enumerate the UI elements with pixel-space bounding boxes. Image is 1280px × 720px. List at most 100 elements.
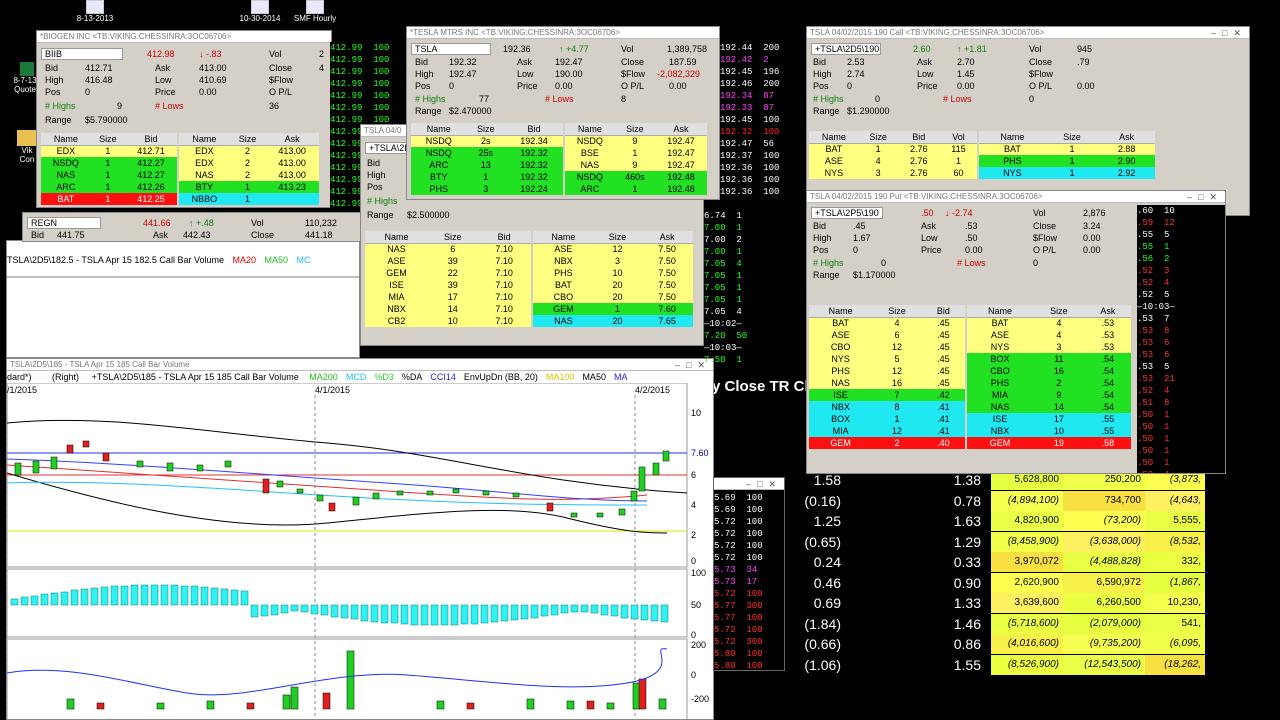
spreadsheet-cell[interactable]: (4,894,100): [991, 490, 1063, 511]
spreadsheet-cell[interactable]: (1.06): [785, 654, 845, 675]
bid-row[interactable]: CBO 12 .45: [809, 341, 965, 353]
time-sales-titlebar[interactable]: –□✕: [714, 478, 784, 490]
ask-row[interactable]: NSDQ 460s 192.48: [565, 171, 707, 183]
bid-row[interactable]: BTY 1 192.32: [411, 171, 563, 183]
spreadsheet-cell[interactable]: (8,532,: [1145, 531, 1205, 552]
column-header[interactable]: Name: [565, 123, 615, 136]
desktop-icon-10-30-2014[interactable]: 10-30-2014: [238, 0, 282, 23]
column-header[interactable]: Vol: [939, 131, 977, 144]
spreadsheet-cell[interactable]: 4,820,900: [991, 511, 1063, 531]
column-header[interactable]: Size: [1045, 131, 1099, 144]
spreadsheet-cell[interactable]: (4,016,600): [991, 634, 1063, 654]
spreadsheet-row[interactable]: (1.84) 1.46 (5,718,600) (2,079,000) 541,: [785, 613, 1205, 634]
bid-row[interactable]: ISE 39 7.10: [365, 279, 531, 291]
bid-row[interactable]: BAT 4 .45: [809, 317, 965, 329]
spreadsheet-cell[interactable]: 1.33: [905, 593, 985, 613]
ask-table[interactable]: Name Size Ask BAT 1 2.88 PHS 1 2.90 NYS 1 2.92: [979, 131, 1155, 179]
spreadsheet-cell[interactable]: 1.63: [905, 511, 985, 531]
bid-row[interactable]: GEM 2 .40: [809, 437, 965, 449]
ask-row[interactable]: ASE 4 .53: [967, 329, 1131, 341]
spreadsheet-cell[interactable]: (18,262,: [1145, 654, 1205, 675]
bid-row[interactable]: BOX 1 .41: [809, 413, 965, 425]
window-titlebar[interactable]: TSLA 04/02/2015 190 Call <TB:VIKING:CHES…: [807, 27, 1249, 39]
spreadsheet-cell[interactable]: (2,079,000): [1063, 613, 1145, 634]
symbol-input[interactable]: +TSLA\2P5\190: [811, 207, 883, 219]
spreadsheet-cell[interactable]: (4,643,: [1145, 490, 1205, 511]
column-header[interactable]: Bid: [921, 305, 965, 318]
ask-row[interactable]: BAT 1 2.88: [979, 143, 1155, 155]
bid-row[interactable]: NAS 1 412.27: [41, 169, 177, 181]
column-header[interactable]: Size: [614, 123, 656, 136]
spreadsheet-cell[interactable]: 0.78: [905, 490, 985, 511]
bid-row[interactable]: MIA 17 7.10: [365, 291, 531, 303]
window-titlebar[interactable]: *BIOGEN INC <TB:VIKING:CHESSINRA:3OC0670…: [37, 31, 331, 43]
ask-row[interactable]: BOX 11 .54: [967, 353, 1131, 365]
window-controls[interactable]: –□✕: [1211, 27, 1247, 39]
column-header[interactable]: Ask: [265, 133, 319, 146]
spreadsheet-cell[interactable]: 1.46: [905, 613, 985, 634]
window-titlebar[interactable]: TSLA 04/02/2015 190 Put <TB:VIKING:CHESS…: [807, 191, 1225, 203]
spreadsheet-cell[interactable]: 1.55: [905, 654, 985, 675]
spreadsheet-cell[interactable]: (9,735,200): [1063, 634, 1145, 654]
bid-row[interactable]: EDX 1 412.71: [41, 145, 177, 157]
spreadsheet-cell[interactable]: 3,970,072: [991, 552, 1063, 572]
bid-table[interactable]: Name Size Bid NSDQ 2s 192.34 NSDQ 25s 192.32 ARC 1…: [411, 123, 563, 195]
spreadsheet-cell[interactable]: 5,555,: [1145, 511, 1205, 531]
spreadsheet-cell[interactable]: 0.24: [785, 552, 845, 572]
spreadsheet-cell[interactable]: (73,200): [1063, 511, 1145, 531]
level2-window-tsla[interactable]: *TESLA MTRS INC <TB:VIKING:CHESSINRA:3OC…: [406, 26, 720, 200]
time-sales-window[interactable]: –□✕ 5.69 100 5.69 100 5.72 100 5.72 100 5.72…: [713, 477, 785, 671]
column-header[interactable]: Size: [229, 133, 266, 146]
window-controls[interactable]: –□✕: [1187, 191, 1223, 203]
spreadsheet-cell[interactable]: (1.84): [785, 613, 845, 634]
spreadsheet-cell[interactable]: 6,590,972: [1063, 572, 1145, 593]
column-header[interactable]: Size: [428, 231, 478, 244]
column-header[interactable]: Bid: [504, 123, 563, 136]
bid-row[interactable]: GEM 22 7.10: [365, 267, 531, 279]
column-header[interactable]: Bid: [477, 231, 531, 244]
ask-row[interactable]: GEM 19 .58: [967, 437, 1131, 449]
ask-row[interactable]: ASE 12 7.50: [533, 243, 693, 255]
ask-row[interactable]: ISE 17 .55: [967, 413, 1131, 425]
chart-window-185-call[interactable]: TSLA\2D5\185 - TSLA Apr 15 185 Call Bar …: [6, 358, 714, 720]
column-header[interactable]: Name: [809, 305, 873, 318]
column-header[interactable]: Ask: [1084, 305, 1131, 318]
bid-row[interactable]: ARC 13 192.32: [411, 159, 563, 171]
column-header[interactable]: Ask: [1098, 131, 1155, 144]
column-header[interactable]: Name: [533, 231, 594, 244]
bid-row[interactable]: NAS 6 7.10: [365, 243, 531, 255]
ask-table[interactable]: Name Size Ask NSDQ 9 192.47 BSE 1 192.47 NAS 9 192.…: [565, 123, 707, 195]
spreadsheet-cell[interactable]: 0.69: [785, 593, 845, 613]
column-header[interactable]: Name: [979, 131, 1046, 144]
spreadsheet[interactable]: 1.58 1.38 5,628,800 250,200 (3,873, (0.16) 0.7…: [785, 470, 1205, 720]
spreadsheet-cell[interactable]: (6,095,: [1145, 634, 1205, 654]
bid-row[interactable]: MIA 12 .41: [809, 425, 965, 437]
ask-row[interactable]: GEM 1 7.60: [533, 303, 693, 315]
column-header[interactable]: Size: [872, 305, 922, 318]
chart-titlebar[interactable]: TSLA\2D5\185 - TSLA Apr 15 185 Call Bar …: [7, 359, 713, 371]
spreadsheet-cell[interactable]: 0.46: [785, 572, 845, 593]
desktop-icon-8-13-2013[interactable]: 8-13-2013: [75, 0, 115, 23]
spreadsheet-cell[interactable]: (0.66): [785, 634, 845, 654]
spreadsheet-cell[interactable]: (4,488,828): [1063, 552, 1145, 572]
desktop-icon-smf-hourly[interactable]: SMF Hourly: [290, 0, 340, 23]
price-chart[interactable]: /1/2015 4/1/2015 4/2/2015107.6064201005002…: [7, 383, 714, 720]
ask-row[interactable]: CBO 16 .54: [967, 365, 1131, 377]
spreadsheet-cell[interactable]: (5,718,600): [991, 613, 1063, 634]
ask-row[interactable]: PHS 1 2.90: [979, 155, 1155, 167]
column-header[interactable]: Name: [967, 305, 1034, 318]
symbol-input[interactable]: +TSLA\2D5\190: [811, 43, 881, 55]
ask-row[interactable]: NYS 3 .53: [967, 341, 1131, 353]
spreadsheet-cell[interactable]: 3,639,600: [991, 593, 1063, 613]
spreadsheet-cell[interactable]: 332,: [1145, 552, 1205, 572]
ask-row[interactable]: BTY 1 413.23: [179, 181, 319, 193]
bid-row[interactable]: PHS 3 192.24: [411, 183, 563, 195]
bid-row[interactable]: NYS 5 .45: [809, 353, 965, 365]
bid-row[interactable]: ISE 7 .42: [809, 389, 965, 401]
spreadsheet-row[interactable]: 0.24 0.33 3,970,072 (4,488,828) 332,: [785, 552, 1205, 572]
column-header[interactable]: Size: [1033, 305, 1085, 318]
spreadsheet-row[interactable]: (0.65) 1.29 (8,458,900) (3,638,000) (8,532,: [785, 531, 1205, 552]
window-titlebar[interactable]: *TESLA MTRS INC <TB:VIKING:CHESSINRA:3OC…: [407, 27, 719, 39]
ask-row[interactable]: PHS 10 7.50: [533, 267, 693, 279]
spreadsheet-cell[interactable]: 1.25: [785, 511, 845, 531]
